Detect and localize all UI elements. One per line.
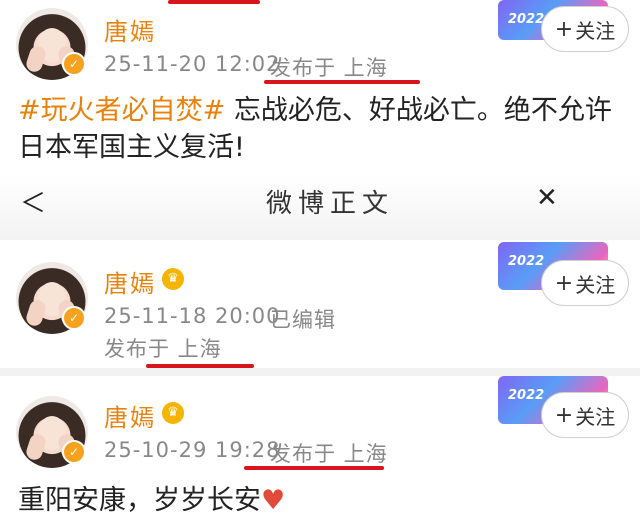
- highlight-line: [264, 80, 420, 84]
- highlight-line: [168, 0, 260, 4]
- close-icon[interactable]: ✕: [536, 183, 558, 213]
- post-location: 发布于 上海: [104, 337, 222, 361]
- nav-bar: ＜ 微博正文 ✕: [0, 175, 640, 240]
- vip-crown-icon: ♛: [162, 402, 184, 424]
- post-2: ✓ 唐嫣 ♛ 25-11-18 20:00 已编辑 发布于 上海 2022 + …: [0, 240, 640, 368]
- post-3: ✓ 唐嫣 ♛ 25-10-29 19:28 发布于 上海 2022 + 关注 重…: [0, 376, 640, 516]
- plus-icon: +: [554, 402, 574, 428]
- separator: [0, 368, 640, 376]
- back-arrow-icon[interactable]: ＜: [20, 183, 46, 220]
- verified-badge-icon: ✓: [62, 52, 86, 76]
- post-time: 25-10-29 19:28: [104, 438, 281, 462]
- follow-button[interactable]: + 关注: [541, 6, 629, 52]
- heart-icon: ♥: [261, 485, 286, 516]
- post-content: 重阳安康，岁岁长安♥: [18, 478, 285, 517]
- username[interactable]: 唐嫣: [104, 12, 156, 47]
- verified-badge-icon: ✓: [62, 306, 86, 330]
- edited-label: 已编辑: [270, 308, 336, 332]
- follow-button[interactable]: + 关注: [541, 392, 629, 438]
- highlight-line: [244, 466, 384, 470]
- post-time: 25-11-18 20:00: [104, 304, 281, 328]
- verified-badge-icon: ✓: [62, 440, 86, 464]
- plus-icon: +: [554, 270, 574, 296]
- post-content: #玩火者必自焚# 忘战必危、好战必亡。绝不允许日本军国主义复活!: [18, 92, 628, 166]
- username[interactable]: 唐嫣: [104, 398, 156, 433]
- topic-tag[interactable]: #玩火者必自焚#: [18, 95, 225, 126]
- post-text: 重阳安康，岁岁长安: [18, 485, 261, 516]
- vip-crown-icon: ♛: [162, 268, 184, 290]
- follow-button[interactable]: + 关注: [541, 260, 629, 306]
- post-1: ✓ 唐嫣 25-11-20 12:02 发布于 上海 2022 + 关注 #玩火…: [0, 0, 640, 175]
- plus-icon: +: [554, 16, 574, 42]
- post-time: 25-11-20 12:02: [104, 52, 281, 76]
- username[interactable]: 唐嫣: [104, 264, 156, 299]
- post-location: 发布于 上海: [270, 56, 388, 80]
- nav-title: 微博正文: [266, 189, 395, 219]
- post-location: 发布于 上海: [270, 442, 388, 466]
